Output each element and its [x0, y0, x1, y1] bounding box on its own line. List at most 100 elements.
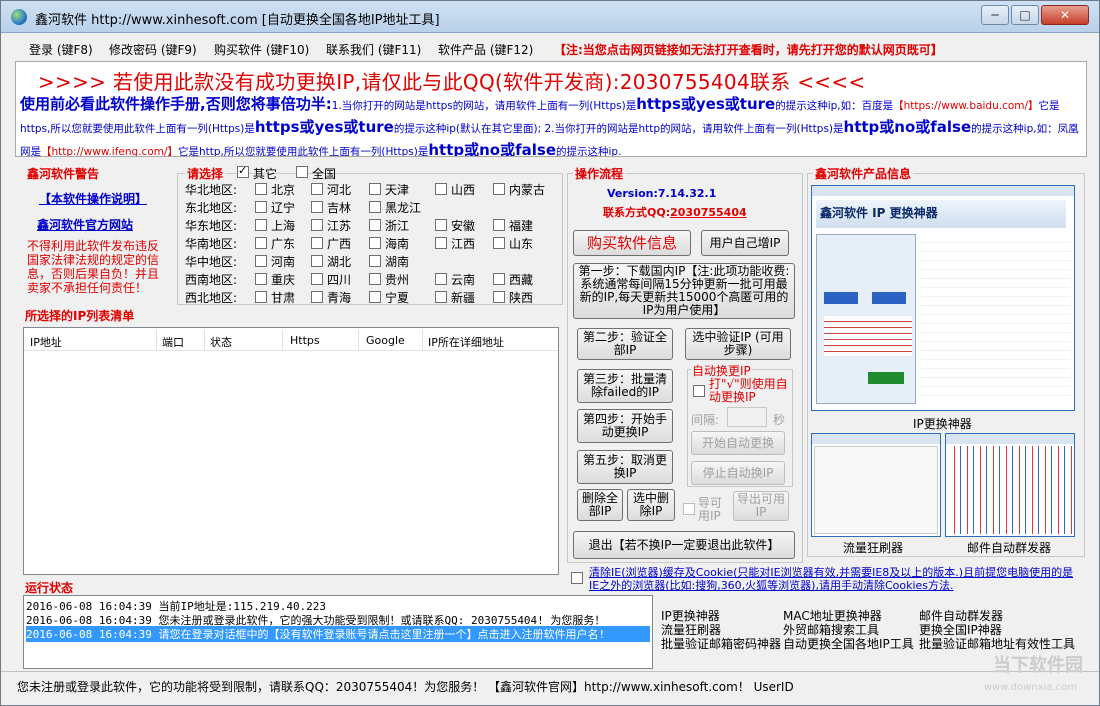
province-label: 云南 — [451, 273, 476, 287]
col-port[interactable]: 端口 — [162, 334, 184, 350]
province-checkbox[interactable] — [255, 255, 267, 267]
menu-buy-software[interactable]: 购买软件 (键F10) — [214, 41, 309, 58]
start-auto-button[interactable]: 开始自动更换 — [691, 431, 785, 455]
product-link[interactable]: 自动更换全国各地IP工具 — [783, 635, 914, 652]
mail-sender-caption: 邮件自动群发器 — [967, 541, 1052, 555]
app-globe-icon — [11, 9, 27, 25]
province-checkbox[interactable] — [435, 273, 447, 285]
delete-all-button[interactable]: 删除全部IP — [577, 489, 623, 521]
province-checkbox[interactable] — [493, 183, 505, 195]
other-checkbox[interactable] — [237, 164, 249, 178]
province-checkbox[interactable] — [369, 237, 381, 249]
province-checkbox[interactable] — [311, 237, 323, 249]
province-checkbox[interactable] — [255, 291, 267, 303]
province-checkbox[interactable] — [369, 291, 381, 303]
ip-list-table[interactable]: IP地址 端口 状态 Https Google IP所在详细地址 — [23, 327, 559, 575]
step2-verify-all-button[interactable]: 第二步：验证全部IP — [577, 328, 673, 360]
province-label: 广东 — [271, 237, 296, 251]
province-checkbox[interactable] — [369, 201, 381, 213]
province-checkbox[interactable] — [493, 273, 505, 285]
province-checkbox[interactable] — [311, 183, 323, 195]
col-ip[interactable]: IP地址 — [30, 334, 62, 350]
col-https[interactable]: Https — [290, 334, 320, 347]
province-checkbox[interactable] — [255, 201, 267, 213]
province-checkbox[interactable] — [255, 219, 267, 231]
menu-change-password[interactable]: 修改密码 (键F9) — [109, 41, 197, 58]
province-label: 河南 — [271, 255, 296, 269]
step1-download-button[interactable]: 第一步：下载国内IP【注:此项功能收费:系统通常每间隔15分钟更新一批可用最新的… — [573, 263, 795, 319]
province-label: 海南 — [385, 237, 410, 251]
banner-headline: >>>> 若使用此款没有成功更换IP,请仅此与此QQ(软件开发商):203075… — [38, 70, 866, 94]
clear-cookie-text[interactable]: 清除IE(浏览器)缓存及Cookie(只能对IE浏览器有效,并需要IE8及以上的… — [589, 566, 1079, 592]
traffic-brush-screenshot[interactable] — [811, 433, 941, 537]
step3-clear-failed-button[interactable]: 第三步：批量清除failed的IP — [577, 369, 673, 403]
province-checkbox[interactable] — [369, 255, 381, 267]
province-checkbox[interactable] — [311, 201, 323, 213]
menu-bar: 登录 (键F8) 修改密码 (键F9) 购买软件 (键F10) 联系我们 (键F… — [1, 37, 1099, 59]
ip-changer-screenshot[interactable]: 鑫河软件 IP 更换神器 — [811, 185, 1075, 411]
maximize-button[interactable]: □ — [1011, 5, 1039, 25]
menu-software-products[interactable]: 软件产品 (键F12) — [438, 41, 533, 58]
menu-warning-text: 【注:当您点击网页链接如无法打开查看时，请先打开您的默认网页既可】 — [554, 43, 943, 57]
province-checkbox[interactable] — [255, 183, 267, 195]
province-checkbox[interactable] — [311, 219, 323, 231]
manual-link[interactable]: 【本软件操作说明】 — [39, 190, 147, 207]
export-ip-button[interactable]: 导出可用IP — [733, 491, 789, 521]
product-link[interactable]: 批量验证邮箱地址有效性工具 — [919, 635, 1075, 652]
province-checkbox[interactable] — [255, 273, 267, 285]
province-checkbox[interactable] — [435, 183, 447, 195]
status-log[interactable]: 2016-06-08 16:04:39 当前IP地址是:115.219.40.2… — [23, 595, 653, 669]
province-checkbox[interactable] — [369, 219, 381, 231]
region-row-label: 西北地区: — [185, 291, 238, 305]
step4-manual-change-button[interactable]: 第四步：开始手动更换IP — [577, 409, 673, 443]
region-row-label: 东北地区: — [185, 201, 238, 215]
province-checkbox[interactable] — [435, 219, 447, 231]
user-add-ip-button[interactable]: 用户自己增IP — [701, 230, 789, 256]
province-checkbox[interactable] — [493, 237, 505, 249]
col-address[interactable]: IP所在详细地址 — [428, 334, 504, 350]
province-label: 陕西 — [509, 291, 534, 305]
exit-button[interactable]: 退出【若不换IP一定要退出此软件】 — [573, 531, 795, 559]
auto-change-checkbox[interactable] — [693, 385, 705, 397]
menu-contact-us[interactable]: 联系我们 (键F11) — [326, 41, 421, 58]
menu-login[interactable]: 登录 (键F8) — [29, 41, 93, 58]
province-checkbox[interactable] — [255, 237, 267, 249]
window-title: 鑫河软件 http://www.xinhesoft.com [自动更换全国各地I… — [35, 13, 440, 28]
province-checkbox[interactable] — [311, 291, 323, 303]
verify-selected-button[interactable]: 选中验证IP (可用步骤) — [685, 328, 791, 360]
title-bar[interactable]: 鑫河软件 http://www.xinhesoft.com [自动更换全国各地I… — [1, 1, 1099, 33]
official-site-link[interactable]: 鑫河软件官方网站 — [37, 216, 133, 233]
export-checkbox[interactable] — [683, 503, 695, 515]
col-google[interactable]: Google — [366, 334, 405, 347]
province-label: 吉林 — [327, 201, 352, 215]
province-label: 北京 — [271, 183, 296, 197]
province-label: 安徽 — [451, 219, 476, 233]
product-link[interactable]: 批量验证邮箱密码神器 — [661, 635, 781, 652]
delete-selected-button[interactable]: 选中删除IP — [627, 489, 675, 521]
step5-cancel-button[interactable]: 第五步：取消更换IP — [577, 450, 673, 484]
ifeng-url: 【http://www.ifeng.com/】 — [41, 146, 178, 157]
clear-cookie-checkbox[interactable] — [571, 572, 583, 584]
province-checkbox[interactable] — [493, 291, 505, 303]
status-bar-text: 您未注册或登录此软件，它的功能将受到限制，请联系QQ：2030755404！为您… — [17, 680, 794, 694]
province-checkbox[interactable] — [369, 183, 381, 195]
close-button[interactable]: ✕ — [1041, 5, 1089, 25]
province-checkbox[interactable] — [435, 291, 447, 303]
nationwide-checkbox[interactable] — [296, 166, 308, 178]
province-checkbox[interactable] — [311, 273, 323, 285]
mail-sender-screenshot[interactable] — [945, 433, 1075, 537]
buy-software-button[interactable]: 购买软件信息 — [573, 230, 691, 256]
province-checkbox[interactable] — [369, 273, 381, 285]
stop-auto-button[interactable]: 停止自动换IP — [691, 461, 785, 485]
province-label: 贵州 — [385, 273, 410, 287]
province-checkbox[interactable] — [311, 255, 323, 267]
province-checkbox[interactable] — [493, 219, 505, 231]
province-label: 黑龙江 — [385, 201, 422, 215]
minimize-button[interactable]: ─ — [981, 5, 1009, 25]
province-checkbox[interactable] — [435, 237, 447, 249]
interval-input[interactable] — [727, 407, 767, 427]
province-label: 湖北 — [327, 255, 352, 269]
province-label: 辽宁 — [271, 201, 296, 215]
col-status[interactable]: 状态 — [210, 334, 232, 350]
version-text: Version:7.14.32.1 — [607, 187, 717, 200]
